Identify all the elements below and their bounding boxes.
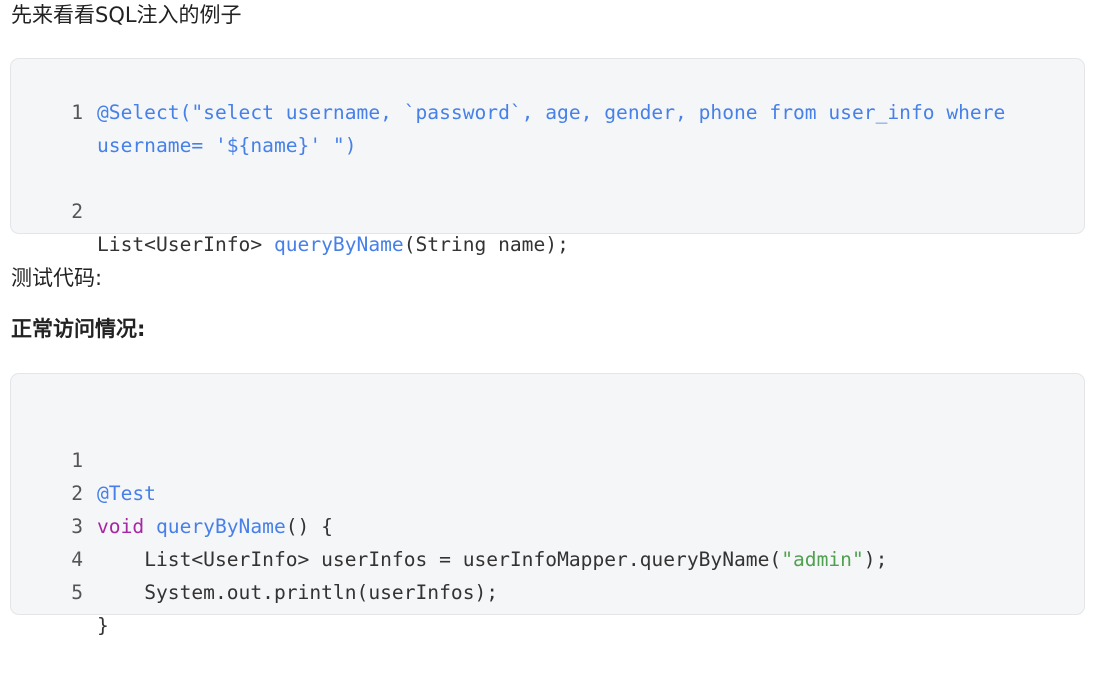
code-line: 1 @Select("select username, `password`, … xyxy=(11,96,1084,162)
print-statement: System.out.println(userInfos); xyxy=(97,581,499,604)
code-line: 3 List<UserInfo> userInfos = userInfoMap… xyxy=(11,477,1084,571)
line-number: 5 xyxy=(71,581,83,604)
code-line: 2 List<UserInfo> queryByName(String name… xyxy=(11,162,1084,256)
code-block-sql-select: 1 @Select("select username, `password`, … xyxy=(10,58,1085,256)
code-line: 4 System.out.println(userInfos); xyxy=(11,510,1084,604)
code-block-test: 1 @Test 2 void queryByName() { 3 List<Us… xyxy=(10,373,1085,637)
method-name: queryByName xyxy=(273,233,404,256)
intro-paragraph: 先来看看SQL注入的例子 xyxy=(11,3,242,27)
code-line: 2 void queryByName() { xyxy=(11,444,1084,538)
method-params: (String name); xyxy=(403,233,569,256)
code-line: 5 } xyxy=(11,543,1084,637)
line-number: 1 xyxy=(71,101,83,124)
select-annotation-text: @Select("select username, `password`, ag… xyxy=(97,101,1018,157)
line-number: 2 xyxy=(71,200,83,223)
code-line: 1 @Test xyxy=(11,411,1084,505)
test-code-paragraph: 测试代码: xyxy=(11,266,103,290)
normal-access-heading: 正常访问情况: xyxy=(11,317,146,341)
return-type: List<UserInfo> xyxy=(97,233,274,256)
